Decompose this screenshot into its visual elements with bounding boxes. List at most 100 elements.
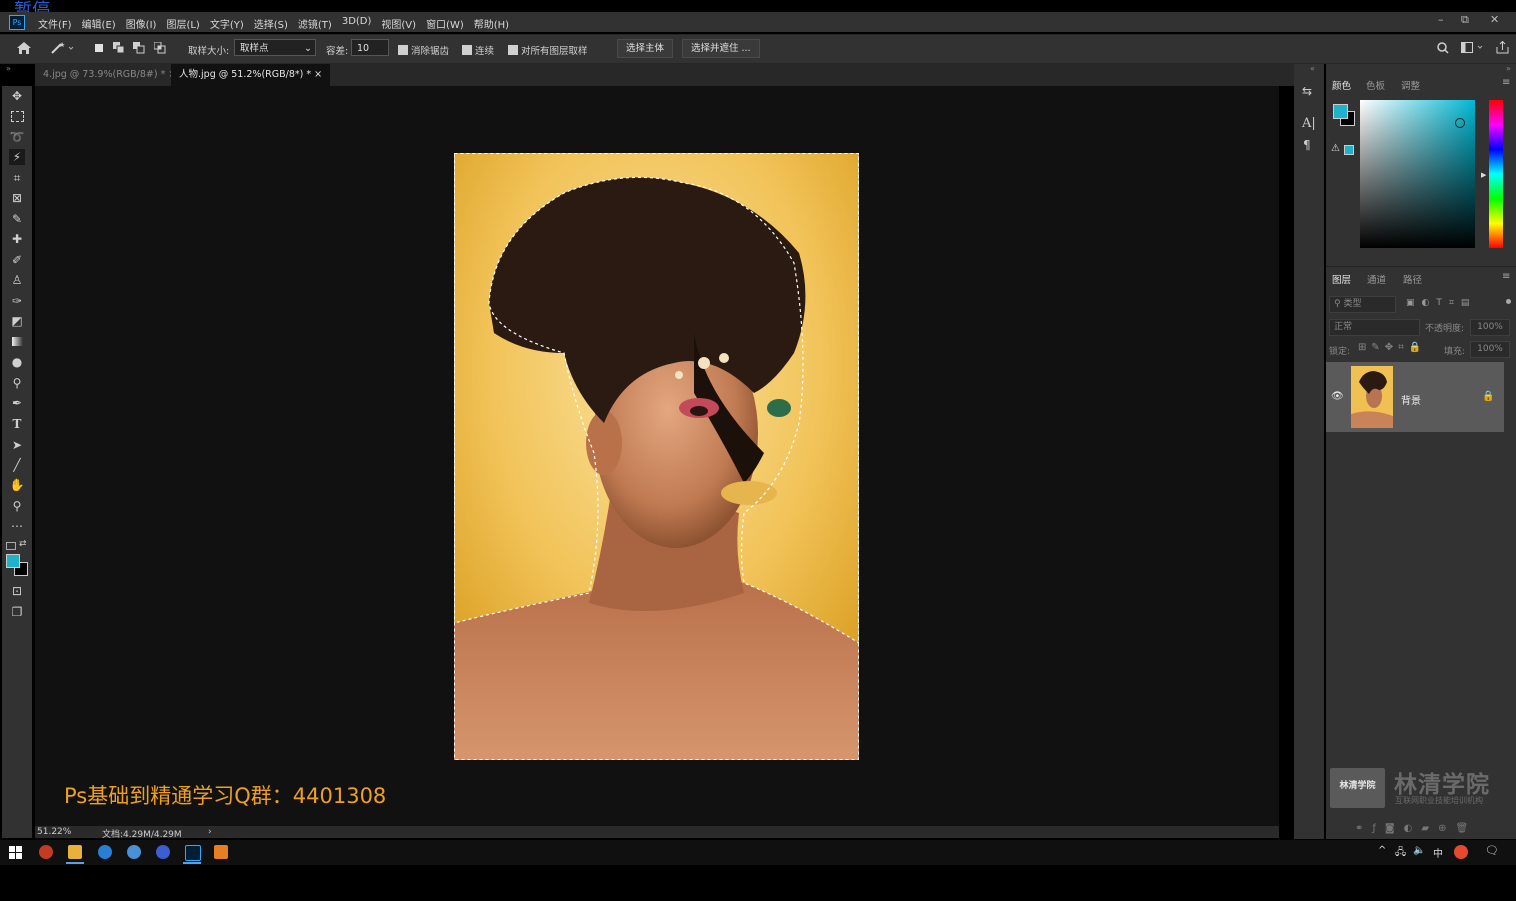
magic-wand-tool-preset-icon[interactable]: [50, 41, 74, 55]
app-icon-2[interactable]: [127, 845, 141, 859]
intersect-selection-icon[interactable]: [154, 42, 166, 54]
collapse-arrows-icon[interactable]: »: [1506, 64, 1511, 73]
panel-menu-icon[interactable]: ≡: [1502, 77, 1510, 88]
link-layers-icon[interactable]: ⚭: [1355, 823, 1372, 834]
tray-expand-icon[interactable]: ^: [1378, 845, 1386, 856]
tab-adjustments[interactable]: 调整: [1401, 78, 1420, 92]
menu-edit[interactable]: 编辑(E): [82, 16, 116, 31]
menu-select[interactable]: 选择(S): [254, 16, 288, 31]
new-layer-icon[interactable]: ⊕: [1438, 823, 1455, 834]
close-button[interactable]: ✕: [1490, 13, 1499, 26]
select-subject-button[interactable]: 选择主体: [617, 39, 674, 58]
collapse-arrows-icon[interactable]: »: [6, 64, 11, 73]
screen-mode-icon[interactable]: ❐: [9, 604, 25, 620]
select-and-mask-button[interactable]: 选择并遮住 ...: [682, 39, 760, 58]
clone-stamp-tool-icon[interactable]: ♙: [9, 272, 25, 288]
opacity-input[interactable]: 100%: [1470, 319, 1510, 336]
paragraph-panel-icon[interactable]: ¶: [1303, 138, 1311, 152]
layer-filter-icons[interactable]: ▣◐T⌗▤: [1406, 298, 1476, 308]
trash-icon[interactable]: 🗑: [1455, 823, 1477, 834]
restore-button[interactable]: ⧉: [1461, 13, 1469, 27]
tab-swatches[interactable]: 色板: [1366, 78, 1385, 92]
color-picker-cursor[interactable]: [1455, 118, 1465, 128]
hand-tool-icon[interactable]: ✋: [9, 477, 25, 493]
search-icon[interactable]: [1437, 42, 1449, 54]
share-icon[interactable]: [1496, 41, 1509, 54]
menu-type[interactable]: 文字(Y): [210, 16, 244, 31]
layer-name[interactable]: 背景: [1401, 392, 1421, 407]
windows-start-icon[interactable]: [9, 846, 23, 860]
tab-paths[interactable]: 路径: [1403, 272, 1422, 286]
adjustment-layer-icon[interactable]: ◐: [1404, 823, 1422, 834]
brush-tool-icon[interactable]: ✐: [9, 252, 25, 268]
blur-tool-icon[interactable]: ●: [9, 354, 25, 370]
ime-indicator[interactable]: 中: [1433, 845, 1443, 860]
lock-options-icons[interactable]: ⊞✎✥⌗🔒: [1358, 342, 1426, 353]
volume-icon[interactable]: 🔈: [1413, 845, 1425, 856]
crop-tool-icon[interactable]: ⌗: [9, 170, 25, 186]
status-menu-arrow-icon[interactable]: ›: [208, 827, 212, 837]
collapse-arrows-icon[interactable]: «: [1310, 64, 1315, 73]
tolerance-input[interactable]: 10: [351, 39, 389, 56]
group-folder-icon[interactable]: ▰: [1421, 823, 1438, 834]
add-mask-icon[interactable]: ◙: [1385, 823, 1404, 834]
tab-4-jpg[interactable]: 4.jpg @ 73.9%(RGB/8#) * ×: [35, 64, 185, 86]
swap-colors-icon[interactable]: ⇄: [19, 539, 27, 549]
menu-view[interactable]: 视图(V): [381, 16, 416, 31]
tab-channels[interactable]: 通道: [1367, 272, 1386, 286]
menu-help[interactable]: 帮助(H): [474, 16, 509, 31]
history-brush-tool-icon[interactable]: ✑: [9, 293, 25, 309]
home-icon[interactable]: [16, 41, 32, 55]
character-panel-icon[interactable]: A|: [1302, 116, 1316, 131]
notification-icon[interactable]: 🗨: [1485, 844, 1499, 857]
menu-window[interactable]: 窗口(W): [426, 16, 464, 31]
pen-tool-icon[interactable]: ✒: [9, 395, 25, 411]
panel-menu-icon[interactable]: ≡: [1502, 271, 1510, 282]
hue-slider[interactable]: [1489, 100, 1503, 248]
zoom-level[interactable]: 51.22%: [37, 827, 71, 837]
minimize-button[interactable]: –: [1438, 13, 1444, 26]
foreground-color-swatch[interactable]: [6, 554, 20, 568]
move-tool-icon[interactable]: ✥: [9, 88, 25, 104]
subtract-from-selection-icon[interactable]: [133, 42, 145, 54]
frame-tool-icon[interactable]: ⊠: [9, 190, 25, 206]
file-explorer-icon[interactable]: [68, 845, 82, 859]
layer-filter-select[interactable]: ⚲ 类型: [1329, 296, 1396, 313]
gradient-tool-icon[interactable]: [9, 334, 25, 350]
network-icon[interactable]: 🖧: [1395, 845, 1406, 862]
add-to-selection-icon[interactable]: [113, 42, 125, 54]
close-tab-icon[interactable]: ×: [314, 69, 322, 80]
photoshop-taskbar-icon[interactable]: [185, 845, 201, 861]
dodge-tool-icon[interactable]: ⚲: [9, 375, 25, 391]
app-icon-3[interactable]: [156, 845, 170, 859]
type-tool-icon[interactable]: T: [9, 416, 25, 432]
filter-toggle-icon[interactable]: [1506, 299, 1511, 304]
media-player-icon[interactable]: [214, 845, 228, 859]
workspace-icon[interactable]: [1461, 42, 1485, 54]
marquee-tool-icon[interactable]: [9, 108, 25, 124]
app-icon-1[interactable]: [39, 845, 53, 859]
default-colors-icon[interactable]: [6, 542, 16, 550]
tab-color[interactable]: 颜色: [1332, 78, 1351, 92]
contiguous-checkbox[interactable]: 连续: [462, 43, 494, 57]
browser-icon[interactable]: [98, 845, 112, 859]
websafe-color-swatch[interactable]: [1344, 145, 1354, 155]
more-tools-icon[interactable]: ⋯: [9, 518, 25, 534]
sogou-input-icon[interactable]: [1454, 845, 1468, 859]
foreground-color-swatch[interactable]: [1333, 104, 1348, 119]
tab-layers[interactable]: 图层: [1332, 272, 1351, 286]
eyedropper-tool-icon[interactable]: ✎: [9, 211, 25, 227]
healing-brush-tool-icon[interactable]: ✚: [9, 231, 25, 247]
new-selection-icon[interactable]: [95, 44, 103, 52]
menu-3d[interactable]: 3D(D): [342, 16, 372, 31]
eraser-tool-icon[interactable]: ◩: [9, 313, 25, 329]
sample-size-select[interactable]: 取样点 ⌄: [234, 39, 316, 56]
blend-mode-select[interactable]: 正常: [1329, 319, 1420, 336]
fx-icon[interactable]: ƒ: [1372, 823, 1385, 834]
tab-person-jpg[interactable]: 人物.jpg @ 51.2%(RGB/8*) * ×: [171, 64, 331, 86]
eye-icon[interactable]: 👁: [1331, 391, 1344, 402]
lasso-tool-icon[interactable]: ➰: [9, 129, 25, 145]
hue-slider-marker-icon[interactable]: ▶: [1481, 171, 1486, 179]
menu-image[interactable]: 图像(I): [126, 16, 157, 31]
line-tool-icon[interactable]: ╱: [9, 457, 25, 473]
